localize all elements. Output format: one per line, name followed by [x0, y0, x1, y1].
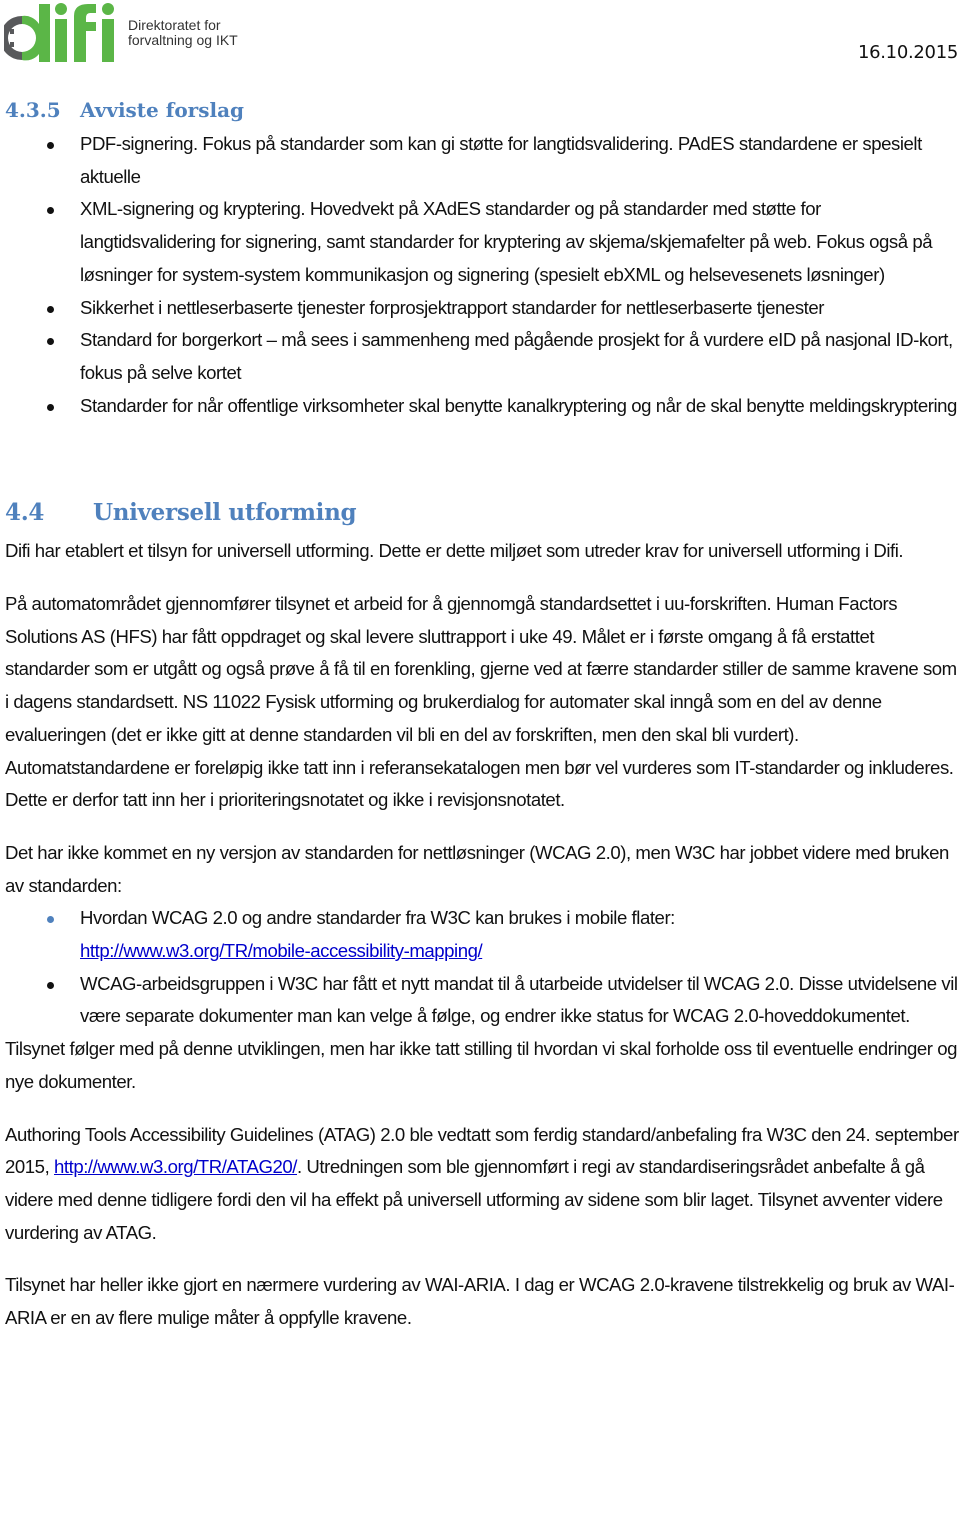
intro-paragraph: Difi har etablert et tilsyn for universe… — [5, 540, 904, 562]
wcag-list: Hvordan WCAG 2.0 og andre standarder fra… — [5, 902, 960, 1033]
org-name-line1: Direktoratet for — [128, 17, 221, 33]
list-item-text: Sikkerhet i nettleserbaserte tjenester f… — [80, 296, 825, 318]
list-item-text: XML-signering og kryptering. Hovedvekt p… — [80, 198, 933, 285]
list-item: Standarder for når offentlige virksomhet… — [5, 390, 960, 423]
list-item-text: Standard for borgerkort – må sees i samm… — [80, 329, 953, 383]
list-item: XML-signering og kryptering. Hovedvekt p… — [5, 193, 960, 291]
list-item: Sikkerhet i nettleserbaserte tjenester f… — [5, 292, 960, 325]
document-date: 16.10.2015 — [857, 42, 958, 63]
bullet-icon — [47, 981, 54, 989]
document-body: 4.3.5 Avviste forslag PDF-signering. Foku… — [5, 92, 960, 1335]
section-heading-44: 4.4 Universell utforming — [5, 495, 960, 535]
aria-paragraph: Tilsynet har heller ikke gjort en nærmer… — [5, 1274, 955, 1329]
bullet-icon — [47, 916, 54, 924]
list-item: Hvordan WCAG 2.0 og andre standarder fra… — [5, 902, 960, 967]
section-title: Avviste forslag — [80, 98, 245, 122]
org-name: Direktoratet for forvaltning og IKT — [128, 18, 238, 48]
bullet-icon — [47, 207, 54, 215]
list-item-text: PDF-signering. Fokus på standarder som k… — [80, 133, 922, 187]
difi-logo-icon — [4, 3, 114, 62]
section-heading-435: 4.3.5 Avviste forslag — [5, 92, 960, 128]
section-title: Universell utforming — [93, 499, 357, 527]
bullet-icon — [47, 305, 54, 313]
list-item: Standard for borgerkort – må sees i samm… — [5, 324, 960, 389]
tilsynet-paragraph: Tilsynet følger med på denne utviklingen… — [5, 1038, 958, 1092]
rejected-proposals-list: PDF-signering. Fokus på standarder som k… — [5, 128, 960, 422]
org-name-line2: forvaltning og IKT — [128, 32, 238, 48]
mobile-accessibility-link[interactable]: http://www.w3.org/TR/mobile-accessibilit… — [80, 940, 483, 961]
bullet-icon — [47, 338, 54, 346]
bullet-icon — [47, 403, 54, 411]
bullet-icon — [47, 142, 54, 149]
list-item: WCAG-arbeidsgruppen i W3C har fått et ny… — [5, 968, 960, 1033]
list-item-text: Standarder for når offentlige virksomhet… — [80, 394, 957, 416]
atag-link[interactable]: http://www.w3.org/TR/ATAG20/ — [54, 1156, 297, 1177]
section-number: 4.3.5 — [5, 98, 61, 122]
page-header: Direktoratet for forvaltning og IKT 16.1… — [0, 0, 960, 75]
list-item: PDF-signering. Fokus på standarder som k… — [5, 128, 960, 193]
wcag-paragraph: Det har ikke kommet en ny versjon av sta… — [5, 841, 949, 896]
section-number: 4.4 — [5, 499, 45, 527]
automat-paragraph: På automatområdet gjennomfører tilsynet … — [5, 593, 957, 811]
list-item-text: Hvordan WCAG 2.0 og andre standarder fra… — [80, 907, 675, 929]
atag-paragraph: Authoring Tools Accessibility Guidelines… — [5, 1119, 960, 1250]
list-item-text: WCAG-arbeidsgruppen i W3C har fått et ny… — [80, 972, 958, 1027]
